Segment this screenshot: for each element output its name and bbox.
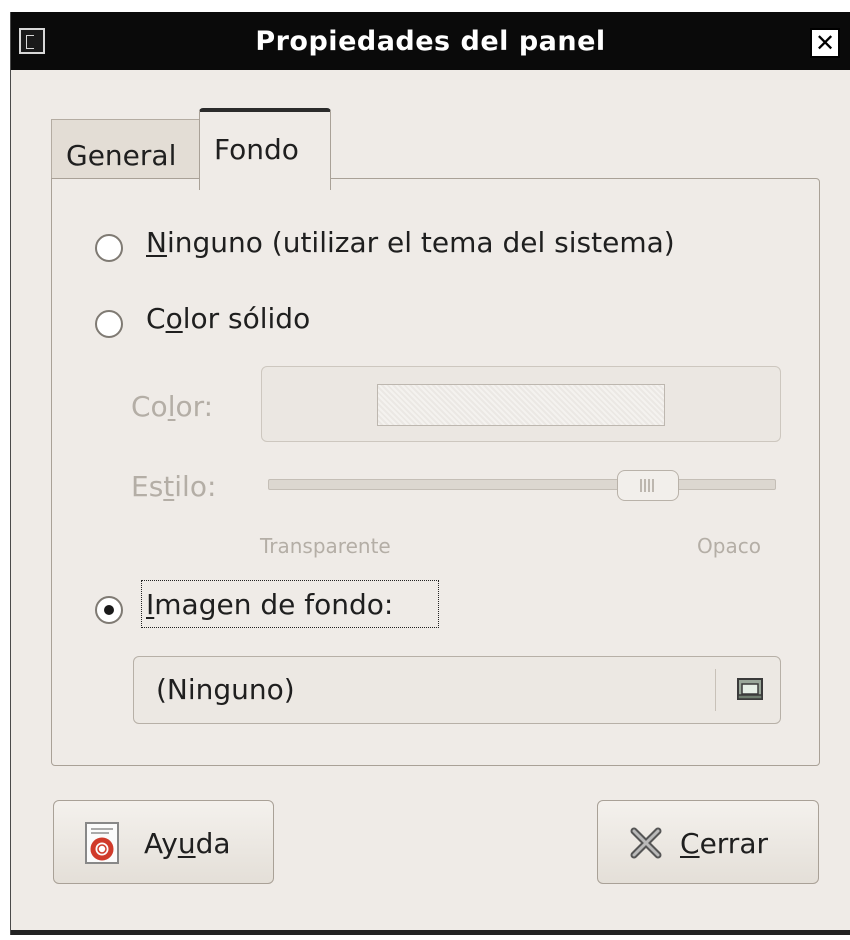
title-bar[interactable]: Propiedades del panel ✕	[11, 12, 850, 70]
folder-open-icon	[737, 678, 763, 700]
tab-fondo-label: Fondo	[214, 133, 299, 166]
panel-properties-dialog: Propiedades del panel ✕ General Fondo Ni…	[10, 12, 850, 935]
radio-solid-color-label[interactable]: Color sólido	[146, 302, 310, 335]
radio-solid-color[interactable]	[95, 310, 123, 338]
opacity-slider-thumb[interactable]	[617, 470, 679, 501]
style-label: Estilo:	[131, 470, 217, 503]
color-picker-button[interactable]	[261, 366, 781, 442]
close-button[interactable]: Cerrar	[597, 800, 819, 884]
tab-fondo[interactable]: Fondo	[199, 108, 331, 190]
slider-min-label: Transparente	[260, 534, 391, 558]
color-swatch	[377, 384, 665, 426]
close-x-icon	[630, 827, 662, 859]
tab-general[interactable]: General	[51, 119, 203, 185]
slider-max-label: Opaco	[697, 534, 761, 558]
radio-background-image[interactable]	[95, 596, 123, 624]
tab-general-label: General	[66, 139, 177, 172]
color-label: Color:	[131, 390, 214, 423]
window-bottom-border	[11, 930, 850, 935]
slider-grip-icon	[640, 479, 656, 492]
chooser-separator	[715, 669, 716, 711]
radio-none[interactable]	[95, 234, 123, 262]
radio-none-label[interactable]: Ninguno (utilizar el tema del sistema)	[146, 226, 675, 259]
help-button-label: Ayuda	[144, 827, 231, 860]
close-button-label: Cerrar	[680, 827, 768, 860]
window-title: Propiedades del panel	[255, 26, 606, 57]
radio-background-image-label[interactable]: Imagen de fondo:	[146, 588, 393, 621]
window-close-button[interactable]: ✕	[810, 28, 840, 58]
background-image-chooser[interactable]: (Ninguno)	[133, 656, 781, 724]
radio-selected-dot	[104, 605, 114, 615]
help-lifebuoy-icon	[85, 822, 119, 864]
help-button[interactable]: Ayuda	[53, 800, 274, 884]
opacity-slider-track[interactable]	[268, 479, 776, 490]
image-chooser-value: (Ninguno)	[156, 673, 295, 706]
